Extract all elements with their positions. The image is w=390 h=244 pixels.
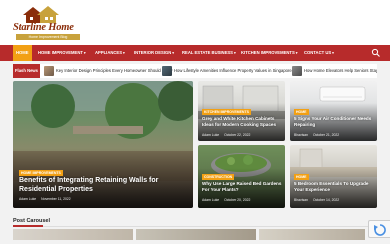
chevron-down-icon: ▾ xyxy=(233,51,236,55)
chevron-down-icon: ▾ xyxy=(172,51,174,55)
author-name[interactable]: Bhavisan xyxy=(294,198,308,202)
recaptcha-icon xyxy=(374,224,386,236)
house-logo-icon xyxy=(23,6,59,23)
flash-item[interactable]: How Home Elevators Help Seniors Stay Ind xyxy=(292,64,377,78)
nav-item-home[interactable]: HOME xyxy=(13,45,32,61)
carousel-item[interactable] xyxy=(136,229,256,240)
flash-item-text: How Home Elevators Help Seniors Stay Ind xyxy=(304,68,377,73)
nav-item-interior-design[interactable]: INTERIOR DESIGN▾ xyxy=(134,45,174,61)
post-meta: Adam Luke November 11, 2022 xyxy=(19,197,76,201)
featured-post-title[interactable]: Benefits of Integrating Retaining Walls … xyxy=(19,177,189,194)
category-badge[interactable]: KITCHEN IMPROVEMENTS xyxy=(202,109,251,115)
post-meta: Adam Luke October 22, 2022 xyxy=(202,133,255,137)
flash-item[interactable]: Key Interior Design Principles Every Hom… xyxy=(44,64,173,78)
nav-item-home-improvement[interactable]: HOME IMPROVEMENT▾ xyxy=(38,45,86,61)
flash-news-ticker: Flash News Key Interior Design Principle… xyxy=(13,64,377,78)
nav-item-contact-us[interactable]: CONTACT US▾ xyxy=(304,45,334,61)
category-badge[interactable]: HOME IMPROVEMENTS xyxy=(19,170,63,176)
flash-item-text: How Lifestyle Amenities Influence Proper… xyxy=(174,68,292,73)
main-nav: HOME HOME IMPROVEMENT▾ APPLIANCES▾ INTER… xyxy=(0,45,390,61)
author-name[interactable]: Adam Luke xyxy=(202,133,219,137)
author-name[interactable]: Adam Luke xyxy=(19,197,36,201)
category-badge[interactable]: HOME xyxy=(294,174,309,180)
featured-post[interactable]: HOME IMPROVEMENTS Benefits of Integratin… xyxy=(13,81,193,208)
chevron-down-icon: ▾ xyxy=(295,51,298,55)
post-title[interactable]: 5 Signs Your Air Conditioner Needs Repai… xyxy=(294,116,374,127)
flash-thumbnail xyxy=(292,66,302,76)
post-title[interactable]: 5 Bedroom Essentials To Upgrade Your Exp… xyxy=(294,181,374,192)
nav-label: REAL ESTATE BUSINESS xyxy=(182,50,233,55)
nav-item-appliances[interactable]: APPLIANCES▾ xyxy=(95,45,125,61)
chevron-down-icon: ▾ xyxy=(83,51,86,55)
post-card[interactable]: KITCHEN IMPROVEMENTS Grey and White Kitc… xyxy=(198,81,285,141)
flash-news-label: Flash News xyxy=(13,64,40,78)
flash-thumbnail xyxy=(162,66,172,76)
author-name[interactable]: Bhavisan xyxy=(294,133,308,137)
header: Starline Home Home Improvement Blog xyxy=(0,0,390,45)
post-date: October 21, 2022 xyxy=(312,133,340,137)
carousel-item[interactable] xyxy=(13,229,133,240)
recaptcha-badge[interactable] xyxy=(368,220,390,238)
search-icon[interactable] xyxy=(371,48,381,58)
nav-label: APPLIANCES xyxy=(95,50,122,55)
post-date: October 14, 2022 xyxy=(312,198,340,202)
flash-item-text: Key Interior Design Principles Every Hom… xyxy=(56,68,173,73)
post-title[interactable]: Why Use Large Raised Bed Gardens For You… xyxy=(202,181,282,192)
post-date: November 11, 2022 xyxy=(41,197,71,201)
post-date: October 20, 2022 xyxy=(224,198,251,202)
site-logo[interactable]: Starline Home Home Improvement Blog xyxy=(13,5,83,41)
nav-label: INTERIOR DESIGN xyxy=(134,50,172,55)
post-date: October 22, 2022 xyxy=(224,133,251,137)
nav-item-real-estate-business[interactable]: REAL ESTATE BUSINESS▾ xyxy=(182,45,236,61)
flash-thumbnail xyxy=(44,66,54,76)
section-divider xyxy=(13,226,377,227)
author-name[interactable]: Adam Luke xyxy=(202,198,219,202)
nav-item-kitchen-improvements[interactable]: KITCHEN IMPROVEMENTS▾ xyxy=(241,45,298,61)
section-title: Post Carousel xyxy=(13,218,50,224)
chevron-down-icon: ▾ xyxy=(123,51,125,55)
site-title: Starline Home xyxy=(13,22,74,33)
post-meta: Adam Luke October 20, 2022 xyxy=(202,198,255,202)
post-meta: Bhavisan October 14, 2022 xyxy=(294,198,344,202)
site-tagline: Home Improvement Blog xyxy=(16,34,80,40)
category-badge[interactable]: HOME xyxy=(294,109,309,115)
section-accent xyxy=(13,225,43,227)
post-card[interactable]: HOME 5 Bedroom Essentials To Upgrade You… xyxy=(290,145,377,208)
carousel-item[interactable] xyxy=(259,229,365,240)
nav-label: HOME xyxy=(16,50,29,55)
chevron-down-icon: ▾ xyxy=(332,51,334,55)
nav-label: CONTACT US xyxy=(304,50,332,55)
flash-item[interactable]: How Lifestyle Amenities Influence Proper… xyxy=(162,64,297,78)
nav-label: KITCHEN IMPROVEMENTS xyxy=(241,50,295,55)
post-card[interactable]: HOME 5 Signs Your Air Conditioner Needs … xyxy=(290,81,377,141)
post-title[interactable]: Grey and White Kitchen Cabinets Ideas fo… xyxy=(202,116,282,127)
nav-label: HOME IMPROVEMENT xyxy=(38,50,83,55)
post-card[interactable]: CONSTRUCTION Why Use Large Raised Bed Ga… xyxy=(198,145,285,208)
category-badge[interactable]: CONSTRUCTION xyxy=(202,174,235,180)
post-meta: Bhavisan October 21, 2022 xyxy=(294,133,344,137)
